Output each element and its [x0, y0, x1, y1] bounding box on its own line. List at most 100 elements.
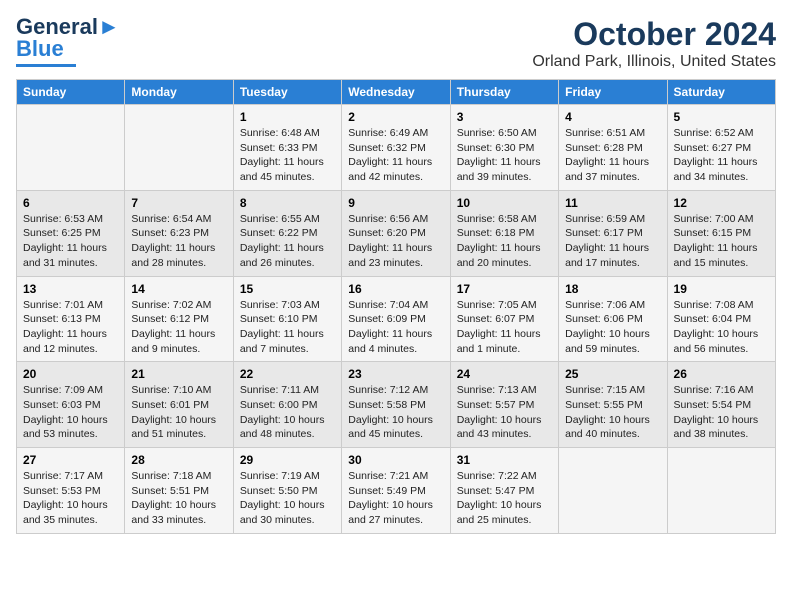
day-number: 5 [674, 110, 769, 124]
calendar-cell: 28Sunrise: 7:18 AM Sunset: 5:51 PM Dayli… [125, 448, 233, 534]
calendar-cell: 10Sunrise: 6:58 AM Sunset: 6:18 PM Dayli… [450, 190, 558, 276]
day-info: Sunrise: 7:19 AM Sunset: 5:50 PM Dayligh… [240, 469, 335, 528]
title-block: October 2024 Orland Park, Illinois, Unit… [532, 16, 776, 71]
day-info: Sunrise: 7:21 AM Sunset: 5:49 PM Dayligh… [348, 469, 443, 528]
calendar-cell [17, 105, 125, 191]
day-info: Sunrise: 6:48 AM Sunset: 6:33 PM Dayligh… [240, 126, 335, 185]
day-info: Sunrise: 7:12 AM Sunset: 5:58 PM Dayligh… [348, 383, 443, 442]
day-info: Sunrise: 7:11 AM Sunset: 6:00 PM Dayligh… [240, 383, 335, 442]
day-number: 25 [565, 367, 660, 381]
day-info: Sunrise: 7:06 AM Sunset: 6:06 PM Dayligh… [565, 298, 660, 357]
day-number: 26 [674, 367, 769, 381]
calendar-cell: 5 Sunrise: 6:52 AM Sunset: 6:27 PM Daylig… [667, 105, 775, 191]
calendar-week-row: 20 Sunrise: 7:09 AM Sunset: 6:03 PM Dayli… [17, 362, 776, 448]
logo-text: General► [16, 16, 120, 38]
day-number: 21 [131, 367, 226, 381]
day-info: Sunrise: 7:03 AM Sunset: 6:10 PM Dayligh… [240, 298, 335, 357]
calendar-cell: 14 Sunrise: 7:02 AM Sunset: 6:12 PM Dayli… [125, 276, 233, 362]
day-number: 3 [457, 110, 552, 124]
calendar-cell: 23 Sunrise: 7:12 AM Sunset: 5:58 PM Dayli… [342, 362, 450, 448]
day-number: 14 [131, 282, 226, 296]
header-monday: Monday [125, 80, 233, 105]
calendar-table: SundayMondayTuesdayWednesdayThursdayFrid… [16, 79, 776, 534]
day-info: Sunrise: 7:09 AM Sunset: 6:03 PM Dayligh… [23, 383, 118, 442]
calendar-cell: 16Sunrise: 7:04 AM Sunset: 6:09 PM Dayli… [342, 276, 450, 362]
day-info: Sunrise: 6:53 AM Sunset: 6:25 PM Dayligh… [23, 212, 118, 271]
day-number: 9 [348, 196, 443, 210]
calendar-cell: 27Sunrise: 7:17 AM Sunset: 5:53 PM Dayli… [17, 448, 125, 534]
header-wednesday: Wednesday [342, 80, 450, 105]
calendar-week-row: 1 Sunrise: 6:48 AM Sunset: 6:33 PM Daylig… [17, 105, 776, 191]
calendar-cell: 24 Sunrise: 7:13 AM Sunset: 5:57 PM Dayli… [450, 362, 558, 448]
calendar-cell: 8 Sunrise: 6:55 AM Sunset: 6:22 PM Daylig… [233, 190, 341, 276]
day-number: 7 [131, 196, 226, 210]
day-info: Sunrise: 7:05 AM Sunset: 6:07 PM Dayligh… [457, 298, 552, 357]
day-number: 17 [457, 282, 552, 296]
day-info: Sunrise: 6:49 AM Sunset: 6:32 PM Dayligh… [348, 126, 443, 185]
calendar-week-row: 13 Sunrise: 7:01 AM Sunset: 6:13 PM Dayli… [17, 276, 776, 362]
day-info: Sunrise: 6:50 AM Sunset: 6:30 PM Dayligh… [457, 126, 552, 185]
calendar-cell: 2 Sunrise: 6:49 AM Sunset: 6:32 PM Daylig… [342, 105, 450, 191]
day-info: Sunrise: 6:56 AM Sunset: 6:20 PM Dayligh… [348, 212, 443, 271]
calendar-cell: 9 Sunrise: 6:56 AM Sunset: 6:20 PM Daylig… [342, 190, 450, 276]
day-number: 18 [565, 282, 660, 296]
header-friday: Friday [559, 80, 667, 105]
calendar-cell: 17 Sunrise: 7:05 AM Sunset: 6:07 PM Dayli… [450, 276, 558, 362]
header-thursday: Thursday [450, 80, 558, 105]
calendar-cell: 26 Sunrise: 7:16 AM Sunset: 5:54 PM Dayli… [667, 362, 775, 448]
day-info: Sunrise: 7:04 AM Sunset: 6:09 PM Dayligh… [348, 298, 443, 357]
day-number: 23 [348, 367, 443, 381]
day-number: 31 [457, 453, 552, 467]
page-header: General► Blue October 2024 Orland Park, … [16, 16, 776, 71]
calendar-week-row: 6Sunrise: 6:53 AM Sunset: 6:25 PM Daylig… [17, 190, 776, 276]
day-info: Sunrise: 6:59 AM Sunset: 6:17 PM Dayligh… [565, 212, 660, 271]
month-title: October 2024 [532, 16, 776, 53]
calendar-cell: 22Sunrise: 7:11 AM Sunset: 6:00 PM Dayli… [233, 362, 341, 448]
calendar-cell: 3 Sunrise: 6:50 AM Sunset: 6:30 PM Daylig… [450, 105, 558, 191]
day-number: 1 [240, 110, 335, 124]
calendar-cell: 4Sunrise: 6:51 AM Sunset: 6:28 PM Daylig… [559, 105, 667, 191]
calendar-cell: 25 Sunrise: 7:15 AM Sunset: 5:55 PM Dayli… [559, 362, 667, 448]
calendar-cell: 15 Sunrise: 7:03 AM Sunset: 6:10 PM Dayli… [233, 276, 341, 362]
day-info: Sunrise: 7:08 AM Sunset: 6:04 PM Dayligh… [674, 298, 769, 357]
logo-blue: Blue [16, 36, 64, 62]
day-number: 11 [565, 196, 660, 210]
day-number: 24 [457, 367, 552, 381]
day-number: 8 [240, 196, 335, 210]
calendar-cell: 30 Sunrise: 7:21 AM Sunset: 5:49 PM Dayli… [342, 448, 450, 534]
calendar-cell: 7 Sunrise: 6:54 AM Sunset: 6:23 PM Daylig… [125, 190, 233, 276]
day-number: 4 [565, 110, 660, 124]
calendar-cell: 29 Sunrise: 7:19 AM Sunset: 5:50 PM Dayli… [233, 448, 341, 534]
day-number: 12 [674, 196, 769, 210]
calendar-cell: 19 Sunrise: 7:08 AM Sunset: 6:04 PM Dayli… [667, 276, 775, 362]
day-info: Sunrise: 6:55 AM Sunset: 6:22 PM Dayligh… [240, 212, 335, 271]
header-tuesday: Tuesday [233, 80, 341, 105]
header-saturday: Saturday [667, 80, 775, 105]
day-number: 30 [348, 453, 443, 467]
day-info: Sunrise: 7:15 AM Sunset: 5:55 PM Dayligh… [565, 383, 660, 442]
day-info: Sunrise: 6:52 AM Sunset: 6:27 PM Dayligh… [674, 126, 769, 185]
day-info: Sunrise: 7:13 AM Sunset: 5:57 PM Dayligh… [457, 383, 552, 442]
logo: General► Blue [16, 16, 120, 67]
day-info: Sunrise: 6:54 AM Sunset: 6:23 PM Dayligh… [131, 212, 226, 271]
calendar-cell: 31 Sunrise: 7:22 AM Sunset: 5:47 PM Dayli… [450, 448, 558, 534]
day-number: 15 [240, 282, 335, 296]
day-number: 20 [23, 367, 118, 381]
day-info: Sunrise: 6:58 AM Sunset: 6:18 PM Dayligh… [457, 212, 552, 271]
day-info: Sunrise: 7:22 AM Sunset: 5:47 PM Dayligh… [457, 469, 552, 528]
day-info: Sunrise: 7:18 AM Sunset: 5:51 PM Dayligh… [131, 469, 226, 528]
calendar-cell: 13 Sunrise: 7:01 AM Sunset: 6:13 PM Dayli… [17, 276, 125, 362]
day-info: Sunrise: 7:16 AM Sunset: 5:54 PM Dayligh… [674, 383, 769, 442]
day-number: 2 [348, 110, 443, 124]
day-number: 29 [240, 453, 335, 467]
day-info: Sunrise: 7:00 AM Sunset: 6:15 PM Dayligh… [674, 212, 769, 271]
calendar-cell: 1 Sunrise: 6:48 AM Sunset: 6:33 PM Daylig… [233, 105, 341, 191]
day-info: Sunrise: 7:02 AM Sunset: 6:12 PM Dayligh… [131, 298, 226, 357]
calendar-cell: 20 Sunrise: 7:09 AM Sunset: 6:03 PM Dayli… [17, 362, 125, 448]
calendar-cell [667, 448, 775, 534]
day-info: Sunrise: 7:01 AM Sunset: 6:13 PM Dayligh… [23, 298, 118, 357]
day-number: 19 [674, 282, 769, 296]
calendar-week-row: 27Sunrise: 7:17 AM Sunset: 5:53 PM Dayli… [17, 448, 776, 534]
day-number: 13 [23, 282, 118, 296]
calendar-cell: 6Sunrise: 6:53 AM Sunset: 6:25 PM Daylig… [17, 190, 125, 276]
